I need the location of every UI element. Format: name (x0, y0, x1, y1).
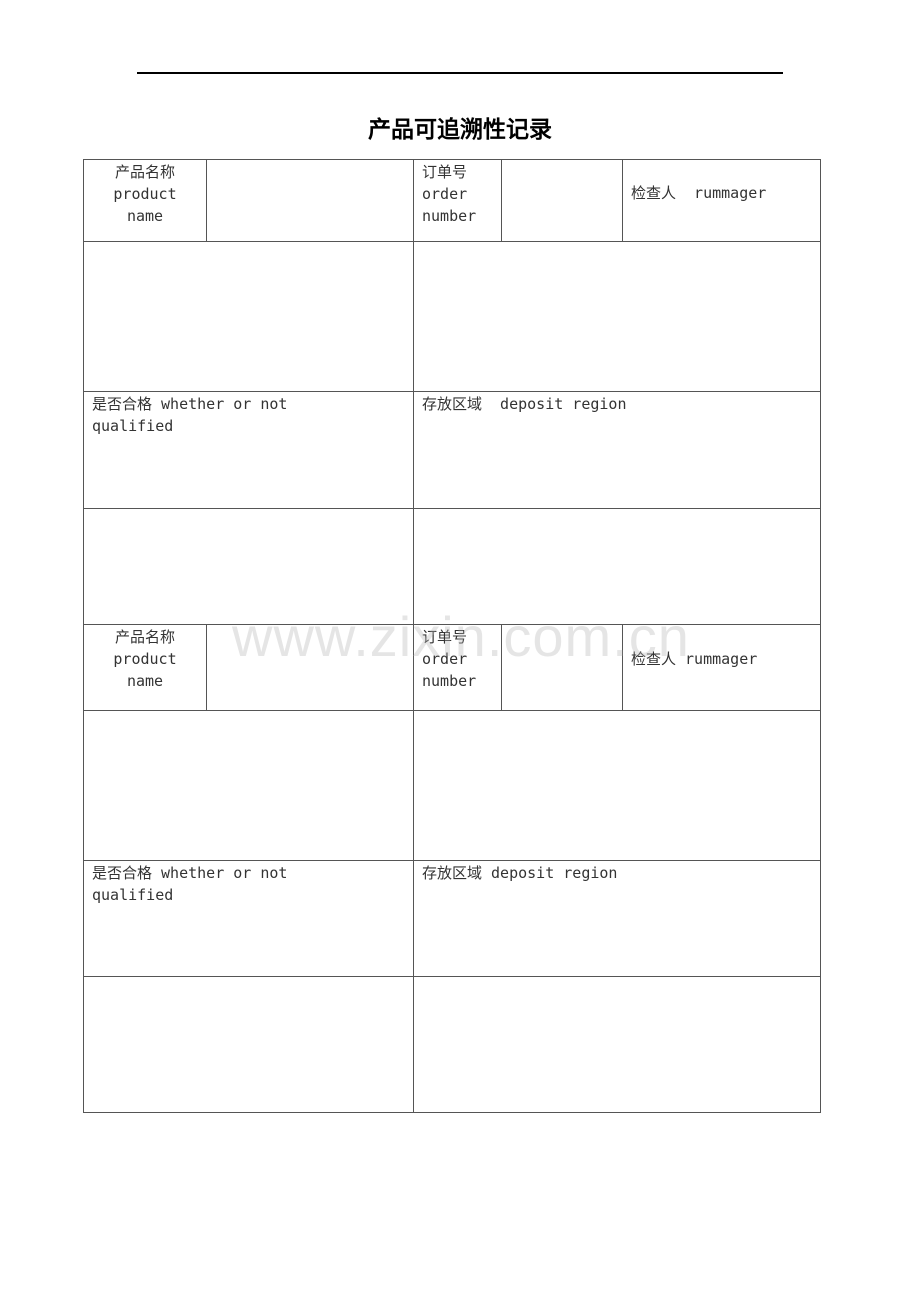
order-number-field[interactable] (501, 159, 623, 242)
qualified-label-line2: qualified (92, 886, 174, 904)
order-number-label-cell: 订单号 order number (413, 159, 502, 242)
product-name-label-en1: product (113, 650, 177, 668)
product-name-label-cn: 产品名称 (114, 628, 175, 646)
rummager-cell[interactable]: 检查人 rummager (622, 624, 821, 711)
deposit-region-cell[interactable]: 存放区域 deposit region (413, 860, 821, 977)
qualified-value-field[interactable] (83, 976, 414, 1113)
product-name-label-en2: name (126, 672, 164, 690)
deposit-region-label: 存放区域 deposit region (422, 395, 627, 413)
order-number-label-cn: 订单号 (422, 163, 468, 181)
qualified-label-line1: 是否合格 whether or not (92, 395, 288, 413)
product-name-label-en1: product (113, 185, 177, 203)
qualified-label-line1: 是否合格 whether or not (92, 864, 288, 882)
product-name-field[interactable] (206, 159, 414, 242)
qualified-cell[interactable]: 是否合格 whether or not qualified (83, 860, 414, 977)
blank-cell-left[interactable] (83, 241, 414, 392)
deposit-region-value-field[interactable] (413, 976, 821, 1113)
product-name-label-en2: name (126, 207, 164, 225)
blank-cell-left[interactable] (83, 710, 414, 861)
rummager-cell[interactable]: 检查人 rummager (622, 159, 821, 242)
blank-cell-right[interactable] (413, 241, 821, 392)
page-title: 产品可追溯性记录 (368, 117, 552, 143)
deposit-region-value-field[interactable] (413, 508, 821, 625)
order-number-label-cell: 订单号 order number (413, 624, 502, 711)
order-number-label-en1: order (422, 650, 468, 668)
deposit-region-label: 存放区域 deposit region (422, 864, 618, 882)
product-name-label-cell: 产品名称 product name (83, 159, 207, 242)
order-number-label-cn: 订单号 (422, 628, 468, 646)
product-name-label-cell: 产品名称 product name (83, 624, 207, 711)
order-number-label-en2: number (422, 207, 477, 225)
qualified-label-line2: qualified (92, 417, 174, 435)
rummager-label: 检查人 rummager (631, 650, 758, 668)
qualified-value-field[interactable] (83, 508, 414, 625)
blank-cell-right[interactable] (413, 710, 821, 861)
order-number-field[interactable] (501, 624, 623, 711)
product-name-label-cn: 产品名称 (114, 163, 175, 181)
qualified-cell[interactable]: 是否合格 whether or not qualified (83, 391, 414, 509)
header-rule (137, 72, 783, 74)
rummager-label: 检查人 rummager (631, 184, 767, 202)
order-number-label-en2: number (422, 672, 477, 690)
product-name-field[interactable] (206, 624, 414, 711)
order-number-label-en1: order (422, 185, 468, 203)
deposit-region-cell[interactable]: 存放区域 deposit region (413, 391, 821, 509)
